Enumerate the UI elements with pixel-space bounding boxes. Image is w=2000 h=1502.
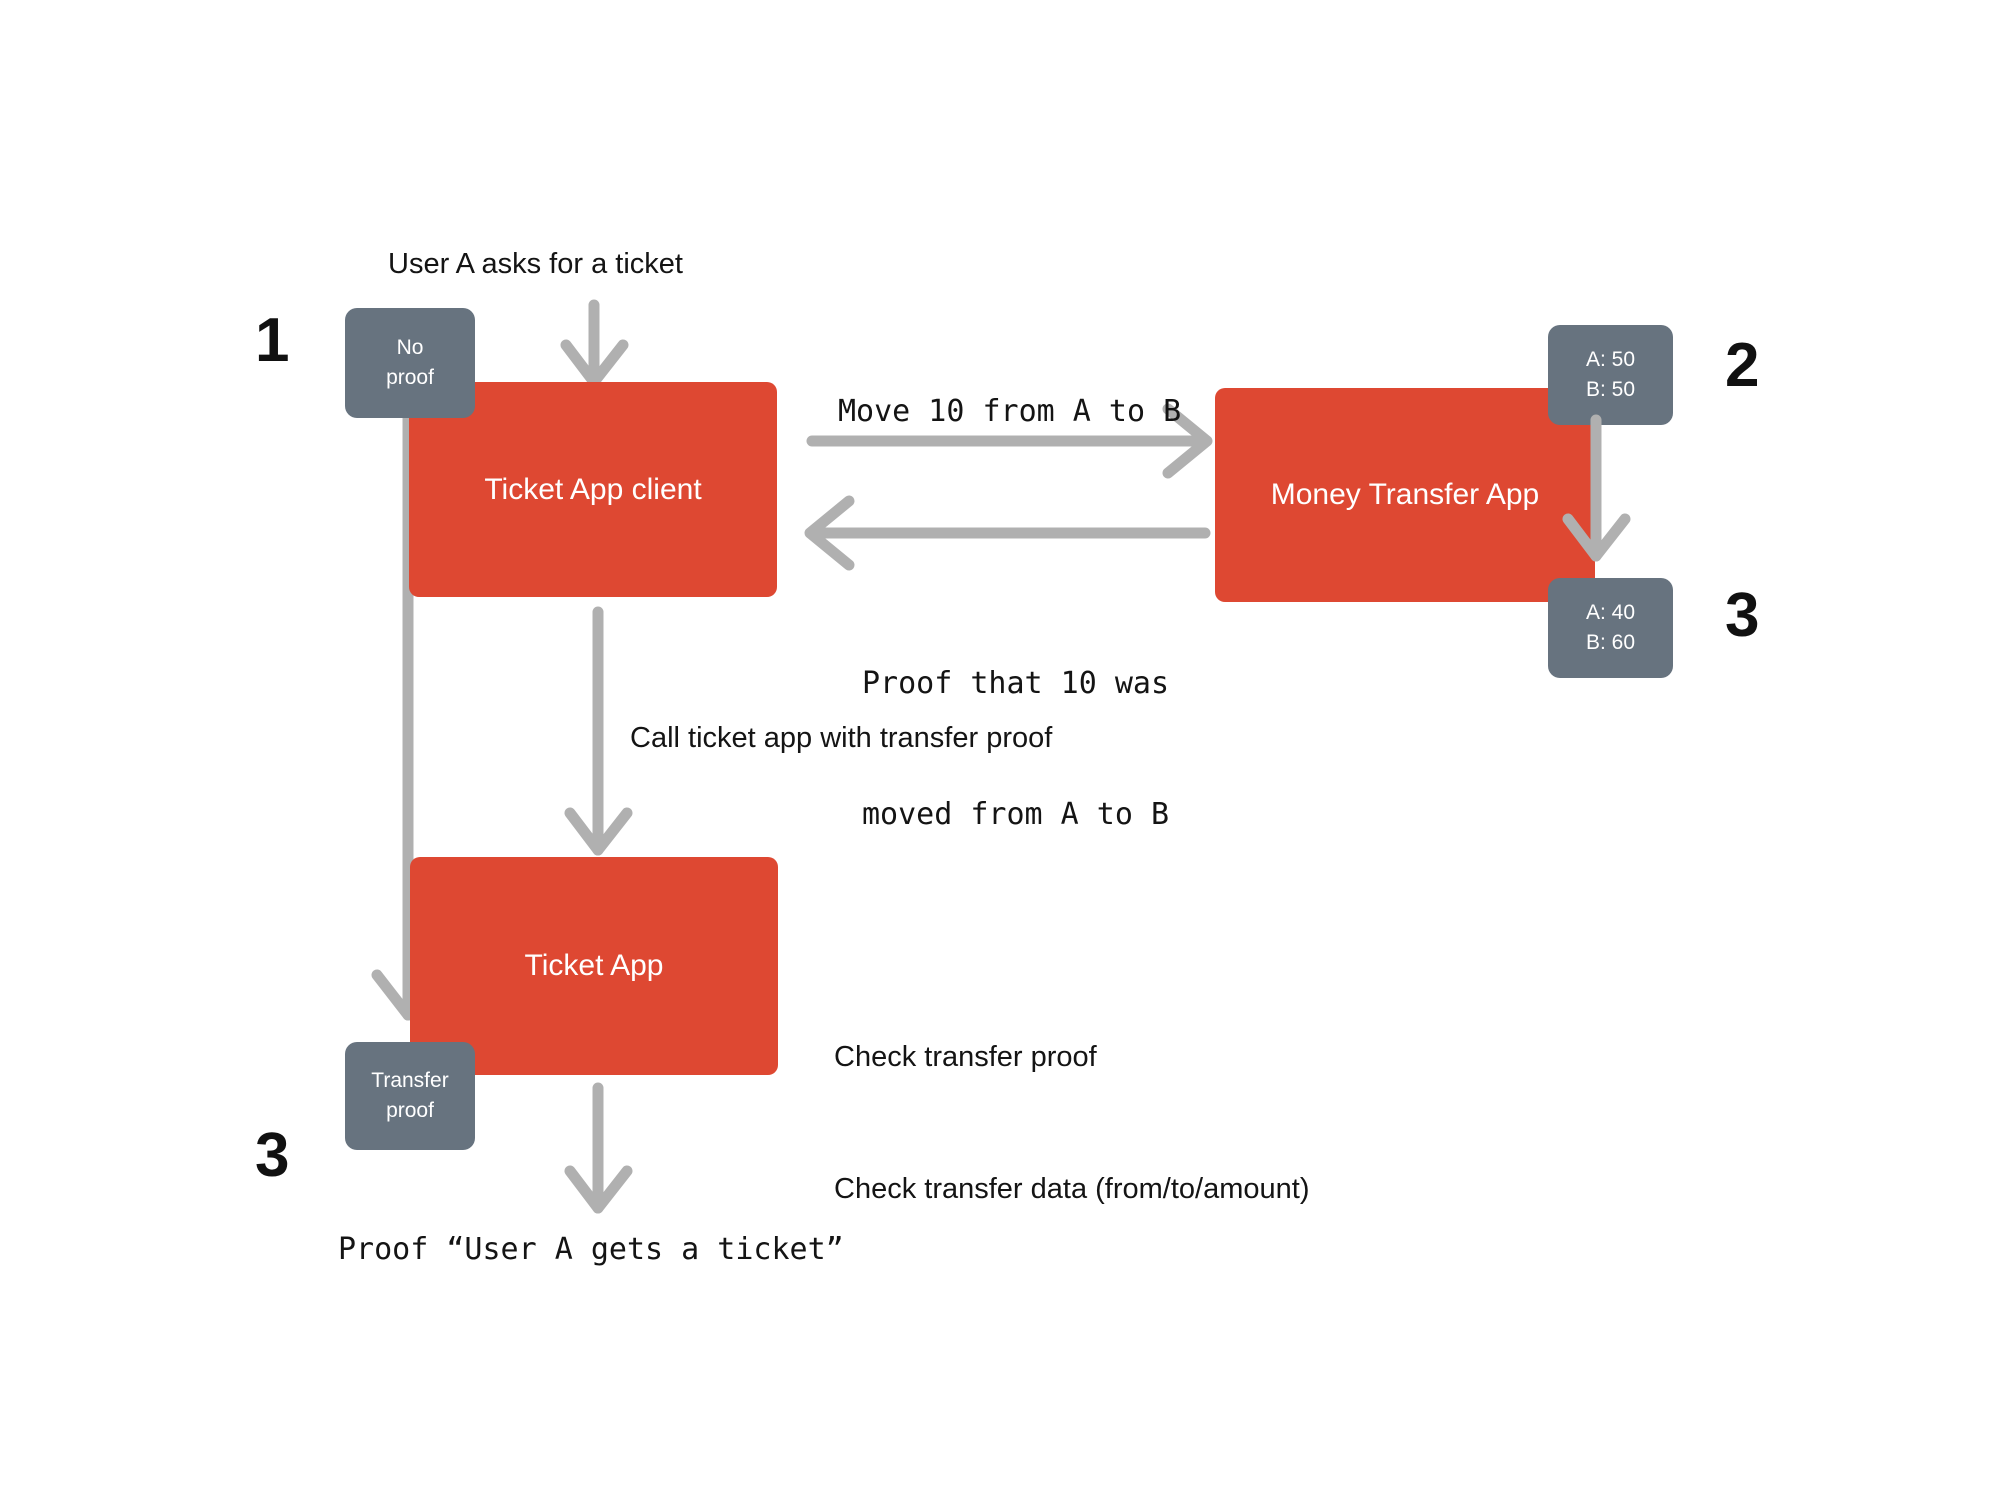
badge-transfer-proof[interactable]: Transfer proof: [345, 1042, 475, 1150]
annotation-proof-moved-line-2: moved from A to B: [862, 796, 1170, 832]
diagram-canvas: Ticket App client Money Transfer App Tic…: [0, 0, 2000, 1502]
annotation-final-proof: Proof “User A gets a ticket”: [338, 1232, 844, 1267]
annotation-call-ticket-app: Call ticket app with transfer proof: [630, 722, 1053, 754]
badge-no-proof[interactable]: No proof: [345, 308, 475, 418]
badge-line-1: No: [396, 335, 424, 359]
badge-line-2: B: 60: [1585, 631, 1636, 654]
process-box-label: Ticket App: [524, 949, 664, 982]
annotation-move-request: Move 10 from A to B: [838, 394, 1182, 429]
step-number-1: 1: [255, 306, 290, 375]
step-number-3-left: 3: [255, 1121, 290, 1190]
badge-line-1: A: 50: [1585, 347, 1636, 371]
annotation-check-transfer-data: Check transfer data (from/to/amount): [834, 1173, 1310, 1206]
annotation-user-asks-for-ticket: User A asks for a ticket: [388, 248, 683, 280]
badge-line-1: A: 40: [1585, 600, 1636, 624]
step-number-2: 2: [1725, 331, 1760, 400]
annotation-proof-moved-line-1: Proof that 10 was: [862, 666, 1170, 701]
process-box-label: Ticket App client: [484, 472, 702, 506]
process-box-money-transfer-app[interactable]: Money Transfer App: [1215, 388, 1595, 602]
badge-line-1: Transfer: [371, 1068, 449, 1092]
badge-balance-before[interactable]: A: 50 B: 50: [1548, 325, 1673, 425]
badge-balance-after[interactable]: A: 40 B: 60: [1548, 578, 1673, 678]
annotation-check-transfer-proof: Check transfer proof: [834, 1041, 1097, 1074]
badge-line-2: B: 50: [1585, 378, 1636, 401]
badge-line-2: proof: [386, 1099, 434, 1122]
badge-line-2: proof: [386, 366, 434, 389]
annotation-check-list: Check transfer proof Check transfer data…: [834, 947, 1309, 1300]
process-box-label: Money Transfer App: [1270, 478, 1540, 511]
step-number-3-right: 3: [1725, 581, 1760, 650]
